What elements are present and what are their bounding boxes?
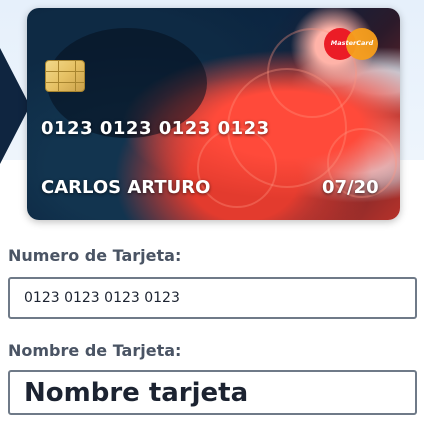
credit-card-preview: MasterCard 0123 0123 0123 0123 CARLOS AR…: [27, 8, 400, 220]
card-number-label: Numero de Tarjeta:: [8, 246, 182, 265]
card-number-input[interactable]: [8, 277, 417, 319]
card-brand-name: MasterCard: [330, 39, 374, 47]
card-name-input[interactable]: [8, 370, 417, 415]
card-holder-display: CARLOS ARTURO: [41, 177, 211, 198]
mastercard-logo-icon: MasterCard: [324, 28, 378, 60]
card-name-label: Nombre de Tarjeta:: [8, 341, 182, 360]
card-expiry-display: 07/20: [322, 177, 379, 198]
card-number-display: 0123 0123 0123 0123: [41, 118, 270, 139]
background-decoration: [0, 48, 30, 164]
card-chip-icon: [45, 60, 85, 92]
